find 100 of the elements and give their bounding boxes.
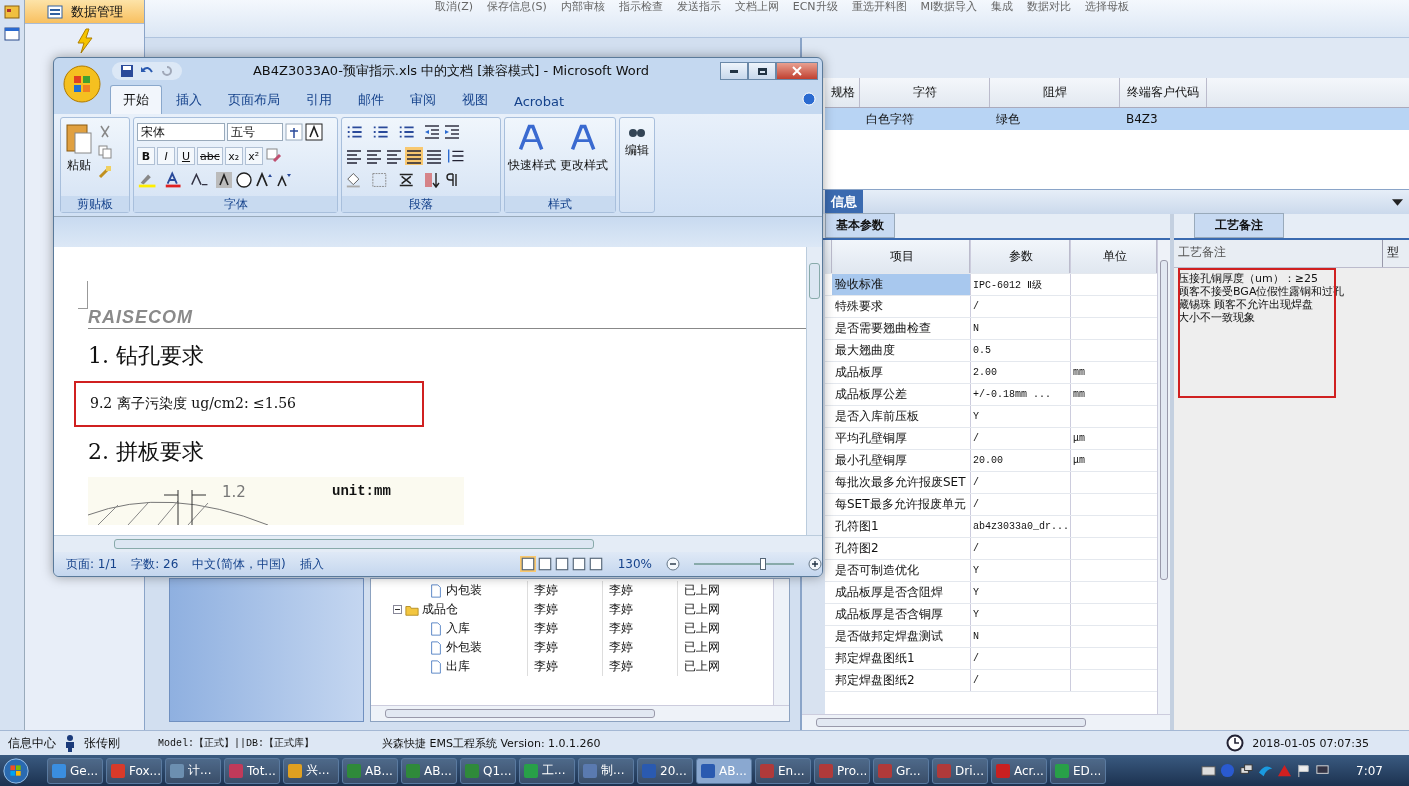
toolbar-button[interactable]: 重选开料图 bbox=[851, 0, 907, 14]
table-cell[interactable]: 平均孔壁铜厚 bbox=[832, 428, 970, 449]
taskbar-button[interactable]: Fox... bbox=[106, 757, 162, 784]
font-combo[interactable]: 宋体 bbox=[137, 123, 225, 141]
column-header[interactable]: 规格 bbox=[825, 78, 860, 107]
column-header[interactable]: 工艺备注 bbox=[1174, 240, 1383, 267]
paste-button[interactable]: 粘贴 bbox=[64, 121, 94, 193]
style-button[interactable]: 更改样式 bbox=[560, 121, 608, 193]
taskbar-button[interactable]: 兴... bbox=[283, 757, 339, 784]
circle-char-icon[interactable] bbox=[235, 171, 253, 189]
taskbar-button[interactable]: ED... bbox=[1050, 757, 1106, 784]
table-cell[interactable]: 成品板厚公差 bbox=[832, 384, 970, 405]
column-header[interactable]: 阻焊 bbox=[990, 78, 1120, 107]
table-cell[interactable]: 特殊要求 bbox=[832, 296, 970, 317]
taskbar-button[interactable]: Pro... bbox=[814, 757, 870, 784]
taskbar-button[interactable]: Acr... bbox=[991, 757, 1047, 784]
tab[interactable]: 工艺备注 bbox=[1194, 213, 1284, 238]
ribbon-tab[interactable]: 审阅 bbox=[398, 86, 448, 114]
taskbar-button[interactable]: AB... bbox=[342, 757, 398, 784]
tree-item[interactable]: 外包装 bbox=[446, 639, 482, 656]
ribbon-tab[interactable]: Acrobat bbox=[502, 89, 577, 114]
scissors-icon[interactable] bbox=[98, 125, 112, 139]
nav-item[interactable]: 数据管理 bbox=[25, 0, 144, 24]
taskbar-button[interactable]: Ge... bbox=[47, 757, 103, 784]
save-icon[interactable] bbox=[120, 64, 134, 78]
table-cell[interactable]: 每SET最多允许报废单元 bbox=[832, 494, 970, 515]
ribbon-tab[interactable]: 视图 bbox=[450, 86, 500, 114]
column-header[interactable]: 参数 bbox=[970, 240, 1070, 273]
align-icon[interactable] bbox=[385, 147, 403, 165]
help-icon[interactable] bbox=[802, 92, 816, 106]
taskbar-button[interactable]: Gr... bbox=[873, 757, 929, 784]
tree-item[interactable]: 内包装 bbox=[446, 582, 482, 599]
table-cell[interactable]: 成品板厚是否含铜厚 bbox=[832, 604, 970, 625]
justify-icon[interactable] bbox=[405, 147, 423, 165]
column-header[interactable]: 字符 bbox=[860, 78, 990, 107]
style-button[interactable]: 快速样式 bbox=[508, 121, 556, 193]
collapse-icon[interactable] bbox=[393, 605, 402, 614]
toolbar-button[interactable]: ECN升级 bbox=[792, 0, 838, 14]
table-cell[interactable]: 是否做邦定焊盘测试 bbox=[832, 626, 970, 647]
shading-icon[interactable] bbox=[215, 171, 233, 189]
taskbar-button[interactable]: Dri... bbox=[932, 757, 988, 784]
table-cell[interactable]: 成品板厚是否含阻焊 bbox=[832, 582, 970, 603]
column-header[interactable]: 项目 bbox=[832, 240, 970, 273]
taskbar-button[interactable]: Tot... bbox=[224, 757, 280, 784]
table-cell[interactable]: 最大翘曲度 bbox=[832, 340, 970, 361]
format-button[interactable]: B bbox=[137, 147, 155, 165]
toolbar-button[interactable]: 发送指示 bbox=[676, 0, 721, 14]
toolbar-button[interactable]: 取消(Z) bbox=[435, 0, 474, 14]
column-header[interactable]: 型 bbox=[1383, 240, 1409, 267]
format-button[interactable]: U bbox=[177, 147, 195, 165]
keyboard-icon[interactable] bbox=[1201, 763, 1217, 778]
start-button[interactable] bbox=[2, 756, 30, 785]
shrink-font-icon[interactable] bbox=[275, 171, 293, 189]
format-button[interactable]: x² bbox=[244, 147, 263, 165]
ribbon-tab[interactable]: 页面布局 bbox=[216, 86, 292, 114]
increase-indent-icon[interactable] bbox=[443, 123, 461, 141]
zoom-in-button[interactable] bbox=[808, 557, 822, 571]
toolbar-button[interactable]: 选择母板 bbox=[1085, 0, 1130, 14]
size-combo[interactable]: 五号 bbox=[227, 123, 283, 141]
format-button[interactable]: abc bbox=[197, 147, 223, 165]
zoom-out-button[interactable] bbox=[666, 557, 680, 571]
close-button[interactable] bbox=[776, 62, 818, 80]
tree-item[interactable]: 成品仓 bbox=[422, 601, 458, 618]
table-cell[interactable]: 邦定焊盘图纸2 bbox=[832, 670, 970, 691]
toolbar-button[interactable]: 集成 bbox=[991, 0, 1014, 14]
format-button[interactable]: I bbox=[157, 147, 175, 165]
view-icon[interactable] bbox=[536, 556, 553, 572]
taskbar-button[interactable]: 制... bbox=[578, 757, 634, 784]
maximize-button[interactable] bbox=[748, 62, 776, 80]
phonetic-icon[interactable] bbox=[285, 123, 303, 141]
column-header[interactable]: 终端客户代码 bbox=[1120, 78, 1207, 107]
ribbon-tab[interactable]: 邮件 bbox=[346, 86, 396, 114]
taskbar-button[interactable]: 20... bbox=[637, 757, 693, 784]
table-cell[interactable]: 孔符图2 bbox=[832, 538, 970, 559]
toolbar-button[interactable]: 文档上网 bbox=[734, 0, 779, 14]
taskbar-button[interactable]: En... bbox=[755, 757, 811, 784]
view-icon[interactable] bbox=[519, 556, 536, 572]
border-a-icon[interactable] bbox=[305, 123, 323, 141]
flag-icon[interactable] bbox=[1296, 763, 1312, 778]
grow-font-icon[interactable] bbox=[255, 171, 273, 189]
table-cell[interactable]: 验收标准 bbox=[832, 274, 970, 295]
toolbar-button[interactable]: 数据对比 bbox=[1027, 0, 1072, 14]
minimize-button[interactable] bbox=[720, 62, 748, 80]
distribute-icon[interactable] bbox=[425, 147, 443, 165]
tab[interactable]: 基本参数 bbox=[825, 213, 895, 238]
table-cell[interactable]: 是否可制造优化 bbox=[832, 560, 970, 581]
table-cell[interactable]: 每批次最多允许报废SET bbox=[832, 472, 970, 493]
toolbar-button[interactable]: 指示检查 bbox=[618, 0, 663, 14]
table-row[interactable]: 白色字符 绿色 B4Z3 bbox=[825, 108, 1409, 130]
ribbon-tab[interactable]: 引用 bbox=[294, 86, 344, 114]
toolbar-button[interactable]: MI数据导入 bbox=[920, 0, 978, 14]
table-cell[interactable]: 是否需要翘曲检查 bbox=[832, 318, 970, 339]
clear-format-icon[interactable] bbox=[264, 147, 283, 165]
taskbar-button[interactable]: 计... bbox=[165, 757, 221, 784]
view-icon[interactable] bbox=[570, 556, 587, 572]
align-icon[interactable] bbox=[345, 147, 363, 165]
view-icon[interactable] bbox=[553, 556, 570, 572]
taskbar-button[interactable]: 工... bbox=[519, 757, 575, 784]
ribbon-tab[interactable]: 插入 bbox=[164, 86, 214, 114]
tree-item[interactable]: 出库 bbox=[446, 658, 470, 675]
